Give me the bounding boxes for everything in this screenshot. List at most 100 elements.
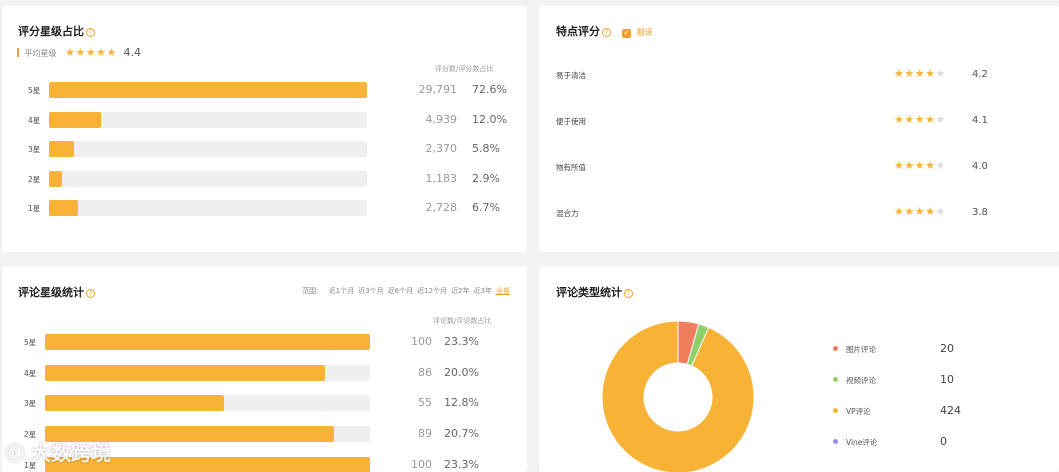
legend-dot-icon: [833, 439, 838, 444]
range-filter: 范围: 近1个月 近3个月 近6个月 近12个月 近2年 近3年 全部: [302, 286, 510, 296]
review-stats-title: 评论星级统计?: [18, 284, 95, 300]
review-count: 55: [418, 396, 432, 410]
help-icon[interactable]: ?: [86, 289, 95, 298]
rating-bar-fill: [49, 111, 102, 128]
rating-percent: 5.8%: [472, 142, 500, 155]
rating-bar-track: [49, 200, 367, 216]
rating-bar-track: [49, 170, 367, 187]
review-bar-track: [45, 364, 370, 381]
translate-checkbox[interactable]: ✓: [621, 29, 631, 38]
legend-label: Vine评论: [846, 438, 878, 447]
feature-stars-icon: ★★★★★: [894, 159, 946, 172]
review-bar-fill: [45, 364, 325, 381]
review-percent: 23.3%: [444, 335, 479, 348]
feature-score: 4.1: [972, 115, 988, 126]
range-option[interactable]: 近2年: [451, 287, 469, 295]
legend-dot-icon: [833, 377, 838, 382]
rating-share-title: 评分星级占比?: [18, 23, 95, 39]
star-row-label: 3星: [28, 145, 41, 154]
review-col-header: 评论数/评论数占比: [433, 317, 492, 325]
legend-dot-icon: [833, 408, 838, 413]
feature-stars-icon: ★★★★★: [894, 67, 946, 80]
review-types-title: 评论类型统计?: [556, 284, 633, 300]
rating-share-card: 评分星级占比? 平均星级 ★★★★★ 4.4 评分数/评分数占比 5星 29,79…: [2, 6, 527, 252]
review-types-donut: [601, 320, 755, 472]
watermark-logo: ⓒ 大数跨境: [6, 441, 111, 465]
rating-count: 2,728: [425, 201, 458, 214]
range-label: 范围:: [302, 287, 319, 295]
feature-label: 易于清洁: [556, 71, 586, 80]
donut-slice[interactable]: [601, 320, 755, 472]
range-option[interactable]: 近1个月: [329, 287, 354, 295]
legend-value: 20: [940, 342, 954, 355]
legend-label: VP评论: [846, 407, 871, 416]
rating-bar-track: [49, 141, 367, 157]
star-row-label: 2星: [28, 174, 41, 184]
average-rating: 平均星级 ★★★★★ 4.4: [17, 46, 141, 59]
review-count: 100: [411, 457, 432, 471]
avg-label: 平均星级: [24, 49, 57, 58]
review-bar-track: [45, 334, 370, 350]
review-percent: 23.3%: [444, 457, 479, 471]
review-percent: 12.8%: [444, 396, 479, 410]
rating-percent: 6.7%: [472, 201, 500, 214]
legend-value: 10: [940, 373, 954, 386]
avg-value: 4.4: [123, 46, 141, 59]
legend-item: 图片评论: [833, 344, 876, 355]
range-option[interactable]: 近12个月: [417, 287, 447, 295]
star-row-label: 4星: [24, 368, 37, 378]
rating-col-header: 评分数/评分数占比: [435, 65, 494, 73]
rating-bar-track: [49, 111, 367, 128]
review-count: 100: [411, 335, 432, 348]
rating-count: 4,939: [425, 112, 458, 126]
legend-value: 0: [940, 435, 947, 448]
star-row-label: 1星: [28, 204, 41, 213]
review-percent: 20.0%: [444, 365, 479, 379]
feature-score: 4.2: [972, 69, 988, 80]
range-option[interactable]: 全部: [496, 287, 510, 295]
legend-item: VP评论: [833, 406, 871, 417]
review-bar-fill: [45, 395, 224, 412]
feature-score: 3.8: [972, 207, 988, 218]
feature-score: 4.0: [972, 161, 988, 172]
feature-label: 物有所值: [556, 163, 586, 172]
range-option[interactable]: 近6个月: [388, 287, 413, 295]
star-row-label: 5星: [28, 86, 41, 95]
review-types-card: 评论类型统计? 图片评论 20 视频评论 10 VP评论 424 Vine评论 0: [539, 266, 1059, 472]
features-card: 特点评分? ✓ 翻译 易于清洁 ★★★★★ 4.2 便于使用 ★★★★★ 4.1 物有所值 ★…: [539, 6, 1059, 252]
legend-item: Vine评论: [833, 437, 877, 448]
rating-count: 2,370: [425, 142, 458, 155]
review-count: 86: [418, 365, 432, 379]
feature-label: 便于使用: [556, 117, 586, 126]
help-icon[interactable]: ?: [86, 28, 95, 37]
range-option[interactable]: 近3年: [474, 287, 492, 295]
rating-bar-track: [49, 82, 367, 98]
review-bar-fill: [45, 334, 370, 350]
translate-label[interactable]: 翻译: [637, 28, 653, 37]
review-percent: 20.7%: [444, 427, 479, 441]
rating-bar-fill: [49, 141, 75, 157]
features-title: 特点评分? ✓ 翻译: [556, 25, 653, 38]
rating-percent: 12.0%: [472, 112, 507, 126]
rating-percent: 2.9%: [472, 171, 500, 185]
legend-label: 图片评论: [846, 345, 876, 354]
legend-label: 视频评论: [846, 376, 876, 385]
watermark-icon: ⓒ: [6, 444, 24, 465]
rating-count: 29,791: [418, 83, 458, 96]
star-row-label: 3星: [24, 399, 37, 409]
legend-value: 424: [940, 404, 961, 417]
help-icon[interactable]: ?: [602, 28, 611, 37]
rating-count: 1,183: [425, 171, 458, 185]
avg-stars-icon: ★★★★★: [65, 46, 117, 59]
rating-bar-fill: [49, 170, 62, 187]
feature-stars-icon: ★★★★★: [894, 113, 946, 126]
review-bar-track: [45, 395, 370, 412]
range-option[interactable]: 近3个月: [358, 287, 383, 295]
legend-item: 视频评论: [833, 375, 876, 386]
review-count: 89: [418, 427, 432, 441]
star-row-label: 5星: [24, 338, 37, 347]
help-icon[interactable]: ?: [624, 289, 633, 298]
legend-dot-icon: [833, 346, 838, 351]
feature-stars-icon: ★★★★★: [894, 205, 946, 218]
rating-percent: 72.6%: [472, 83, 507, 96]
